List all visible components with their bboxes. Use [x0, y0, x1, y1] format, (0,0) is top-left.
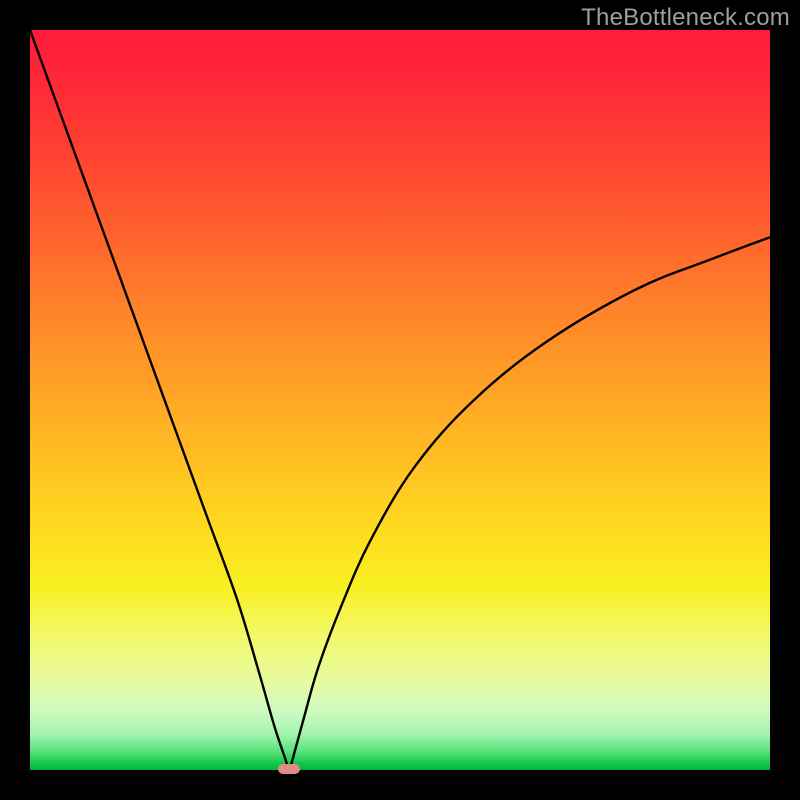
minimum-marker [278, 764, 300, 774]
plot-area [30, 30, 770, 770]
bottleneck-curve [30, 30, 770, 770]
watermark-text: TheBottleneck.com [581, 4, 790, 32]
chart-frame: TheBottleneck.com [0, 0, 800, 800]
